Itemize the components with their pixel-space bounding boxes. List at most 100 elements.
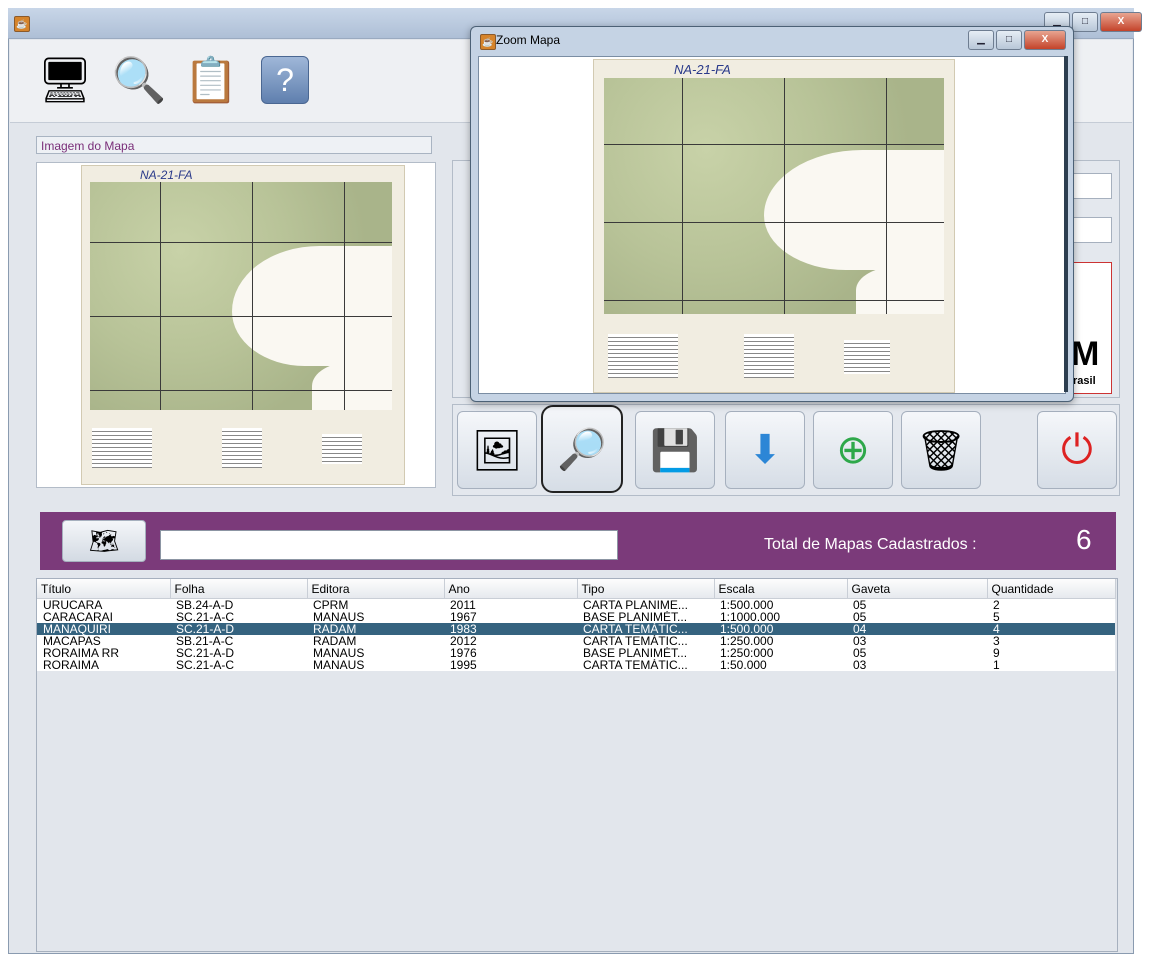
detail-field[interactable]	[1070, 173, 1112, 199]
column-header-escala[interactable]: Escala	[714, 579, 848, 599]
action-button-bar: 🖼 🔎 💾 ⬇ ⊕ 🗑 ⏻	[452, 404, 1120, 496]
map-sea-area	[856, 266, 944, 314]
company-logo: M rasil	[1068, 262, 1112, 394]
maximize-icon[interactable]: □	[996, 30, 1022, 50]
zoom-map-button[interactable]: 🔎	[541, 405, 623, 493]
table-row[interactable]: CARACARAI SC.21-A-C MANAUS 1967 BASE PLA…	[37, 611, 1115, 623]
table-row-selected[interactable]: MANAQUIRI SC.21-A-D RADAM 1983 CARTA TEM…	[37, 623, 1115, 635]
close-icon[interactable]: X	[1024, 30, 1066, 50]
save-button[interactable]: 💾	[635, 411, 715, 489]
map-sheet-code: NA-21-FA	[140, 168, 193, 182]
cell-titulo: MANAQUIRI	[43, 623, 112, 635]
computer-icon[interactable]: 🖥	[30, 48, 100, 112]
table-row[interactable]: URUCARA SB.24-A-D CPRM 2011 CARTA PLANIM…	[37, 598, 1115, 611]
recycle-bin-button[interactable]: 🗑	[901, 411, 981, 489]
cell-titulo: RORAIMA RR	[43, 647, 120, 659]
map-grid-line	[160, 182, 161, 410]
cell-folha: SC.21-A-D	[176, 623, 235, 635]
map-grid-line	[682, 78, 683, 314]
cell-folha: SB.21-A-C	[176, 635, 234, 647]
map-image-label: Imagem do Mapa	[36, 136, 432, 154]
cell-ano: 1967	[450, 611, 477, 623]
save-icon: 💾	[650, 428, 700, 473]
minimize-icon[interactable]: ▁	[968, 30, 994, 50]
cell-ano: 1995	[450, 659, 477, 671]
map-sheet-zoomed: NA-21-FA	[593, 59, 955, 393]
cell-editora: MANAUS	[313, 647, 365, 659]
cell-folha: SC.21-A-C	[176, 611, 235, 623]
column-header-gaveta[interactable]: Gaveta	[847, 579, 988, 599]
map-grid-line	[604, 144, 944, 145]
map-sheet-code: NA-21-FA	[674, 62, 731, 77]
map-grid-line	[604, 222, 944, 223]
exit-button[interactable]: ⏻	[1037, 411, 1117, 489]
cell-gaveta: 05	[853, 598, 867, 611]
cell-gaveta: 05	[853, 647, 867, 659]
zoom-window-title-bar[interactable]: ☕ ▁ □ X	[476, 30, 1066, 52]
java-app-icon: ☕	[14, 16, 30, 32]
add-document-button[interactable]: ⊕	[813, 411, 893, 489]
column-header-tipo[interactable]: Tipo	[577, 579, 715, 599]
cell-folha: SC.21-A-D	[176, 647, 235, 659]
cell-ano: 1983	[450, 623, 477, 635]
cell-escala: 1:50.000	[720, 659, 767, 671]
cell-tipo: CARTA TEMÁTIC...	[583, 659, 688, 671]
help-icon[interactable]: ?	[250, 48, 320, 112]
map-grid-line	[604, 300, 944, 301]
column-header-ano[interactable]: Ano	[444, 579, 578, 599]
cell-quantidade: 5	[993, 611, 1000, 623]
cell-escala: 1:500.000	[720, 623, 774, 635]
cell-gaveta: 03	[853, 659, 867, 671]
map-grid-line	[90, 242, 392, 243]
total-maps-label: Total de Mapas Cadastrados :	[764, 536, 977, 553]
image-capture-button[interactable]: 🖼	[457, 411, 537, 489]
cell-quantidade: 3	[993, 635, 1000, 647]
search-screen-icon[interactable]: 🔍	[104, 48, 174, 112]
zoom-window-controls: ▁ □ X	[966, 30, 1066, 50]
map-grid-line	[90, 316, 392, 317]
map-search-button[interactable]: 🗺	[62, 520, 146, 562]
total-maps-count: 6	[1076, 524, 1092, 555]
checklist-icon[interactable]: 📋	[176, 48, 246, 112]
cell-gaveta: 03	[853, 635, 867, 647]
map-search-icon: 🗺	[88, 527, 120, 555]
cell-quantidade: 9	[993, 647, 1000, 659]
table-row[interactable]: MACAPAS SB.21-A-C RADAM 2012 CARTA TEMÁT…	[37, 635, 1115, 647]
cell-escala: 1:500.000	[720, 598, 774, 611]
close-icon[interactable]: X	[1100, 12, 1142, 32]
maximize-icon[interactable]: □	[1072, 12, 1098, 32]
column-header-folha[interactable]: Folha	[170, 579, 308, 599]
table-row[interactable]: RORAIMA RR SC.21-A-D MANAUS 1976 BASE PL…	[37, 647, 1115, 659]
cell-ano: 2011	[450, 598, 476, 611]
recycle-bin-icon: 🗑	[915, 428, 967, 473]
map-grid-line	[886, 78, 887, 314]
map-legend	[222, 428, 262, 468]
zoom-scrollbar[interactable]	[1064, 56, 1068, 392]
cell-escala: 1:250:000	[720, 647, 774, 659]
detail-field[interactable]	[1070, 217, 1112, 243]
map-thumbnail: NA-21-FA	[36, 162, 436, 488]
cell-gaveta: 04	[853, 623, 867, 635]
map-legend	[608, 334, 678, 378]
cell-editora: MANAUS	[313, 611, 365, 623]
zoom-window-title: Zoom Mapa	[496, 33, 561, 47]
map-grid-line	[784, 78, 785, 314]
map-grid-line	[90, 390, 392, 391]
map-grid-line	[344, 182, 345, 410]
column-header-titulo[interactable]: Título	[37, 579, 171, 599]
cell-escala: 1:1000.000	[720, 611, 781, 623]
search-input[interactable]	[160, 530, 618, 560]
cell-ano: 1976	[450, 647, 477, 659]
download-button[interactable]: ⬇	[725, 411, 805, 489]
map-legend	[744, 334, 794, 378]
table-row[interactable]: RORAIMA SC.21-A-C MANAUS 1995 CARTA TEMÁ…	[37, 659, 1115, 671]
cell-tipo: CARTA TEMÁTIC...	[583, 623, 688, 635]
cell-gaveta: 05	[853, 611, 867, 623]
zoom-map-icon: 🔎	[557, 427, 607, 472]
column-header-editora[interactable]: Editora	[307, 579, 445, 599]
table-header: Título Folha Editora Ano Tipo Escala Gav…	[37, 579, 1116, 599]
column-header-quantidade[interactable]: Quantidade	[987, 579, 1116, 599]
image-capture-icon: 🖼	[471, 428, 523, 473]
zoom-map-view[interactable]: NA-21-FA	[478, 56, 1066, 394]
cell-tipo: CARTA TEMÁTIC...	[583, 635, 688, 647]
